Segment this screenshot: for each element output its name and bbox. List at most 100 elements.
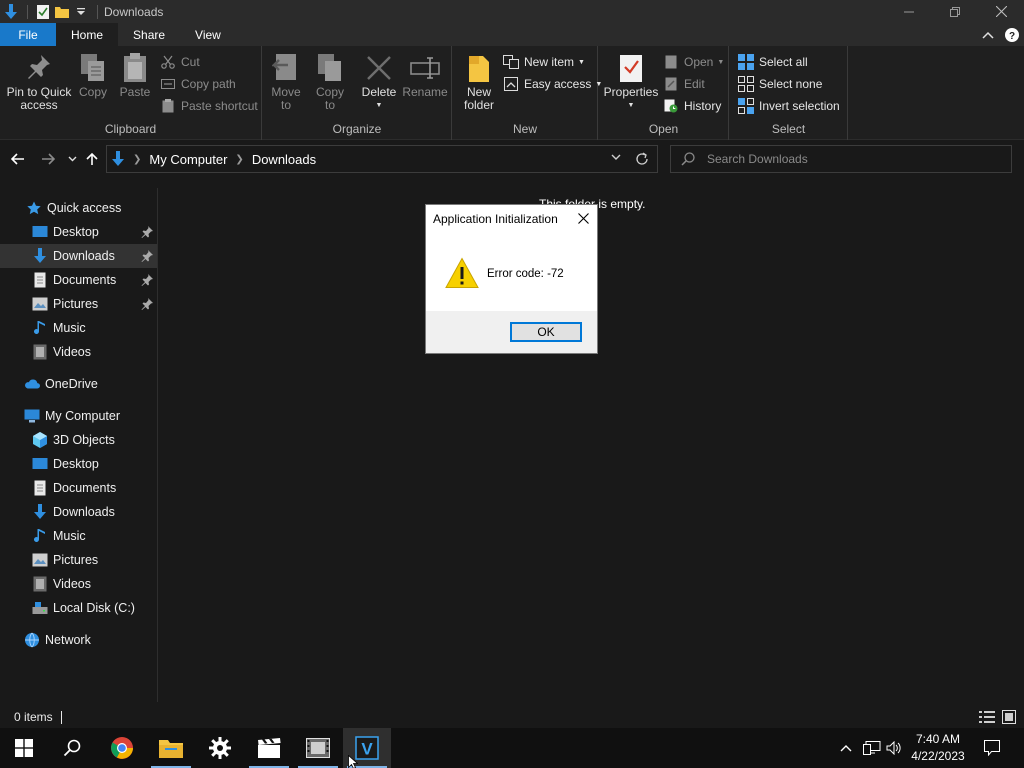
ok-button[interactable]: OK bbox=[510, 322, 582, 342]
nav-pc-music[interactable]: Music bbox=[0, 524, 157, 548]
select-none-button[interactable]: Select none bbox=[738, 74, 822, 94]
new-item-icon bbox=[503, 54, 519, 70]
taskbar-file-explorer-button[interactable] bbox=[147, 728, 195, 768]
nav-quick-videos-label: Videos bbox=[53, 345, 91, 359]
new-group-label: New bbox=[512, 122, 537, 136]
copy-button[interactable]: Copy bbox=[76, 52, 110, 99]
nav-my-computer[interactable]: My Computer bbox=[0, 404, 157, 428]
breadcrumb-my-computer[interactable]: My Computer bbox=[149, 152, 227, 167]
refresh-icon[interactable] bbox=[635, 152, 649, 166]
up-button[interactable] bbox=[82, 149, 102, 169]
taskbar-chrome-button[interactable] bbox=[98, 728, 146, 768]
nav-3d-objects[interactable]: 3D Objects bbox=[0, 428, 157, 452]
nav-quick-pictures[interactable]: Pictures bbox=[0, 292, 157, 316]
nav-pc-videos[interactable]: Videos bbox=[0, 572, 157, 596]
warning-icon bbox=[445, 257, 479, 289]
new-item-button[interactable]: New item ▼ bbox=[503, 52, 585, 72]
edit-button[interactable]: Edit bbox=[663, 74, 705, 94]
paste-shortcut-button[interactable]: Paste shortcut bbox=[160, 96, 258, 116]
address-history-dropdown-icon[interactable] bbox=[611, 154, 621, 161]
invert-selection-icon bbox=[738, 98, 754, 114]
details-view-icon[interactable] bbox=[978, 709, 996, 725]
taskbar-settings-button[interactable] bbox=[196, 728, 244, 768]
easy-access-label: Easy access bbox=[524, 77, 592, 91]
quick-access-toolbar bbox=[0, 0, 91, 23]
properties-button[interactable]: Properties ▼ bbox=[603, 52, 659, 112]
show-hidden-icons-button[interactable] bbox=[836, 728, 856, 768]
copy-path-button[interactable]: Copy path bbox=[160, 74, 236, 94]
move-to-button[interactable]: Move to bbox=[269, 52, 303, 112]
nav-onedrive[interactable]: OneDrive bbox=[0, 372, 157, 396]
help-button[interactable]: ? bbox=[1000, 23, 1024, 46]
paste-label: Paste bbox=[119, 85, 151, 99]
videos-icon bbox=[32, 344, 48, 360]
taskbar-search-button[interactable] bbox=[48, 728, 96, 768]
network-tray-icon[interactable] bbox=[860, 728, 884, 768]
tab-file[interactable]: File bbox=[0, 23, 56, 46]
minimize-button[interactable] bbox=[886, 0, 932, 23]
open-button[interactable]: Open ▼ bbox=[663, 52, 724, 72]
new-folder-button[interactable]: New folder bbox=[457, 52, 501, 112]
nav-pc-documents[interactable]: Documents bbox=[0, 476, 157, 500]
recent-locations-button[interactable] bbox=[62, 149, 82, 169]
new-folder-icon[interactable] bbox=[53, 3, 70, 20]
properties-check-icon[interactable] bbox=[34, 3, 51, 20]
pin-to-quick-access-button[interactable]: Pin to Quick access bbox=[4, 52, 74, 112]
large-icons-view-icon[interactable] bbox=[1000, 709, 1018, 725]
history-button[interactable]: History bbox=[663, 96, 721, 116]
pinned-icon[interactable] bbox=[141, 298, 153, 310]
tab-share[interactable]: Share bbox=[118, 23, 180, 46]
pinned-icon[interactable] bbox=[141, 226, 153, 238]
collapse-ribbon-button[interactable] bbox=[976, 23, 1000, 46]
nav-quick-documents[interactable]: Documents bbox=[0, 268, 157, 292]
cut-button[interactable]: Cut bbox=[160, 52, 200, 72]
breadcrumb-downloads[interactable]: Downloads bbox=[252, 152, 316, 167]
nav-local-disk[interactable]: Local Disk (C:) bbox=[0, 596, 157, 620]
forward-button[interactable] bbox=[38, 149, 58, 169]
pinned-icon[interactable] bbox=[141, 250, 153, 262]
restore-button[interactable] bbox=[932, 0, 978, 23]
rename-icon bbox=[409, 52, 441, 84]
pinned-icon[interactable] bbox=[141, 274, 153, 286]
nav-quick-pictures-label: Pictures bbox=[53, 297, 99, 311]
pictures-icon bbox=[32, 296, 48, 312]
close-window-button[interactable] bbox=[978, 0, 1024, 23]
nav-pc-pictures[interactable]: Pictures bbox=[0, 548, 157, 572]
open-group: Properties ▼ Open ▼ Edit History Open bbox=[599, 46, 729, 140]
delete-button[interactable]: Delete ▼ bbox=[359, 52, 399, 112]
taskbar-clock[interactable]: 7:40 AM 4/22/2023 bbox=[901, 731, 975, 765]
copy-to-button[interactable]: Copy to bbox=[313, 52, 347, 112]
rename-button[interactable]: Rename bbox=[401, 52, 449, 99]
nav-pc-desktop[interactable]: Desktop bbox=[0, 452, 157, 476]
nav-pc-downloads[interactable]: Downloads bbox=[0, 500, 157, 524]
tab-home[interactable]: Home bbox=[56, 23, 119, 46]
nav-quick-music[interactable]: Music bbox=[0, 316, 157, 340]
nav-pc-desktop-label: Desktop bbox=[53, 457, 99, 471]
nav-quick-access[interactable]: Quick access bbox=[0, 196, 157, 220]
invert-selection-button[interactable]: Invert selection bbox=[738, 96, 840, 116]
copy-to-line2: to bbox=[324, 98, 335, 112]
nav-quick-downloads[interactable]: Downloads bbox=[0, 244, 157, 268]
customize-dropdown-icon[interactable] bbox=[72, 3, 89, 20]
nav-pc-pictures-label: Pictures bbox=[53, 553, 99, 567]
nav-quick-videos[interactable]: Videos bbox=[0, 340, 157, 364]
new-folder-line2: folder bbox=[463, 98, 495, 112]
action-center-button[interactable] bbox=[978, 728, 1006, 768]
nav-my-computer-label: My Computer bbox=[45, 409, 121, 423]
start-button[interactable] bbox=[0, 728, 48, 768]
taskbar-video-editor-button[interactable] bbox=[294, 728, 342, 768]
search-input[interactable] bbox=[707, 152, 997, 166]
tab-view[interactable]: View bbox=[180, 23, 236, 46]
taskbar-media-button[interactable] bbox=[245, 728, 293, 768]
back-button[interactable] bbox=[8, 149, 28, 169]
search-box bbox=[670, 145, 1012, 173]
select-all-button[interactable]: Select all bbox=[738, 52, 808, 72]
download-arrow-icon[interactable] bbox=[2, 3, 19, 20]
dialog-close-button[interactable] bbox=[575, 210, 591, 226]
paste-button[interactable]: Paste bbox=[116, 52, 154, 99]
nav-quick-desktop[interactable]: Desktop bbox=[0, 220, 157, 244]
easy-access-button[interactable]: Easy access ▼ bbox=[503, 74, 602, 94]
organize-group-label: Organize bbox=[332, 122, 382, 136]
nav-network[interactable]: Network bbox=[0, 628, 157, 652]
address-bar[interactable]: ❯ My Computer ❯ Downloads bbox=[106, 145, 658, 173]
